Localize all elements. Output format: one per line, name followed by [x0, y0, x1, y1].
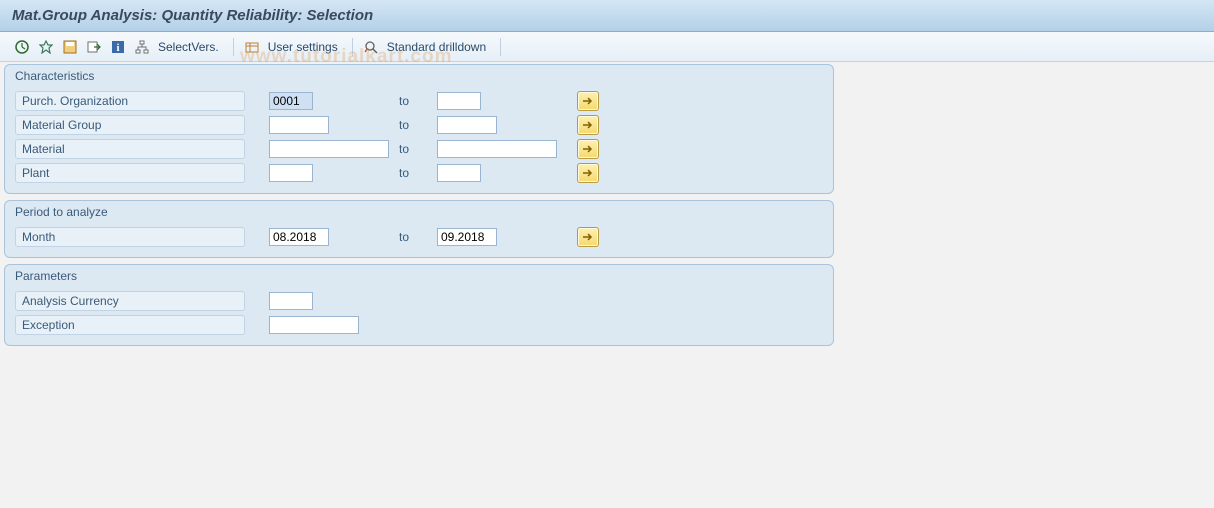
row-month: Month to: [5, 225, 833, 249]
label-exception: Exception: [15, 315, 245, 335]
group-title-period: Period to analyze: [5, 201, 833, 225]
multiple-selection-button[interactable]: [577, 227, 599, 247]
label-material: Material: [15, 139, 245, 159]
to-label: to: [399, 166, 437, 180]
to-label: to: [399, 230, 437, 244]
group-title-characteristics: Characteristics: [5, 65, 833, 89]
input-material-to[interactable]: [437, 140, 557, 158]
input-material-from[interactable]: [269, 140, 389, 158]
to-label: to: [399, 142, 437, 156]
info-icon[interactable]: i: [108, 37, 128, 57]
input-material-group-from[interactable]: [269, 116, 329, 134]
to-label: to: [399, 94, 437, 108]
input-plant-from[interactable]: [269, 164, 313, 182]
multiple-selection-button[interactable]: [577, 91, 599, 111]
drilldown-icon[interactable]: [361, 37, 381, 57]
row-analysis-currency: Analysis Currency: [5, 289, 833, 313]
group-title-parameters: Parameters: [5, 265, 833, 289]
standard-drilldown-button[interactable]: Standard drilldown: [385, 37, 492, 57]
variant-icon[interactable]: [36, 37, 56, 57]
input-analysis-currency[interactable]: [269, 292, 313, 310]
select-versions-button[interactable]: SelectVers.: [156, 37, 225, 57]
toolbar-separator: [352, 38, 353, 56]
row-purch-organization: Purch. Organization to: [5, 89, 833, 113]
to-label: to: [399, 118, 437, 132]
title-bar: Mat.Group Analysis: Quantity Reliability…: [0, 0, 1214, 32]
user-settings-button[interactable]: User settings: [266, 37, 344, 57]
group-period: Period to analyze Month to: [4, 200, 834, 258]
label-plant: Plant: [15, 163, 245, 183]
multiple-selection-button[interactable]: [577, 139, 599, 159]
row-plant: Plant to: [5, 161, 833, 185]
input-purch-organization-to[interactable]: [437, 92, 481, 110]
hierarchy-icon[interactable]: [132, 37, 152, 57]
toolbar: i SelectVers. User settings Standard dri…: [0, 32, 1214, 62]
row-material: Material to: [5, 137, 833, 161]
group-parameters: Parameters Analysis Currency Exception: [4, 264, 834, 346]
goto-icon[interactable]: [84, 37, 104, 57]
label-analysis-currency: Analysis Currency: [15, 291, 245, 311]
input-month-from[interactable]: [269, 228, 329, 246]
save-icon[interactable]: [60, 37, 80, 57]
input-plant-to[interactable]: [437, 164, 481, 182]
toolbar-separator: [500, 38, 501, 56]
toolbar-separator: [233, 38, 234, 56]
label-month: Month: [15, 227, 245, 247]
user-settings-icon[interactable]: [242, 37, 262, 57]
multiple-selection-button[interactable]: [577, 115, 599, 135]
row-exception: Exception: [5, 313, 833, 337]
group-characteristics: Characteristics Purch. Organization to M…: [4, 64, 834, 194]
content-area: Characteristics Purch. Organization to M…: [0, 62, 1214, 354]
input-exception[interactable]: [269, 316, 359, 334]
input-purch-organization-from[interactable]: [269, 92, 313, 110]
input-material-group-to[interactable]: [437, 116, 497, 134]
input-month-to[interactable]: [437, 228, 497, 246]
label-material-group: Material Group: [15, 115, 245, 135]
label-purch-organization: Purch. Organization: [15, 91, 245, 111]
execute-icon[interactable]: [12, 37, 32, 57]
multiple-selection-button[interactable]: [577, 163, 599, 183]
row-material-group: Material Group to: [5, 113, 833, 137]
page-title: Mat.Group Analysis: Quantity Reliability…: [12, 7, 373, 24]
svg-text:i: i: [116, 42, 119, 54]
